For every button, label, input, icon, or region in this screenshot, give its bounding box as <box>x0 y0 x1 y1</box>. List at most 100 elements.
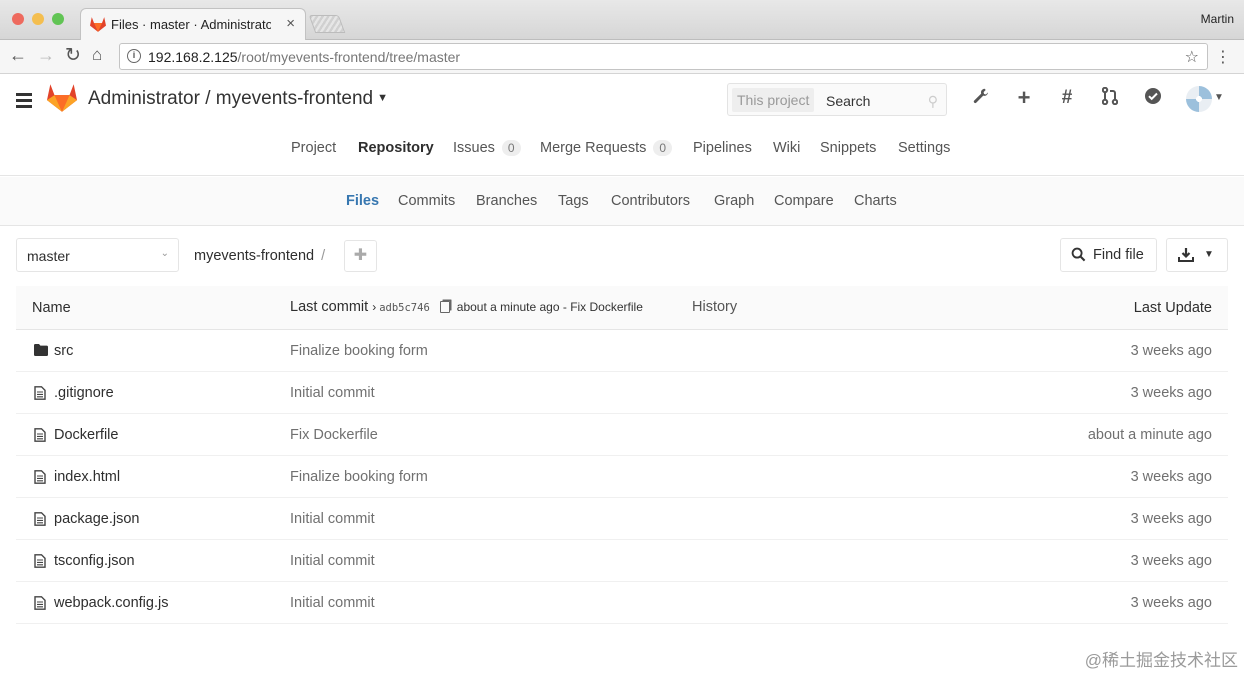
project-title-dropdown[interactable]: Administrator / myevents-frontend ▼ <box>88 88 388 110</box>
last-update-time: 3 weeks ago <box>1130 511 1212 527</box>
url-text: 192.168.2.125/root/myevents-frontend/tre… <box>148 49 461 65</box>
file-name-link[interactable]: webpack.config.js <box>54 595 168 611</box>
column-header-last-update: Last Update <box>1133 300 1212 316</box>
browser-profile-name[interactable]: Martin <box>1201 12 1234 26</box>
commit-message-link[interactable]: Finalize booking form <box>290 343 428 359</box>
file-name-link[interactable]: .gitignore <box>54 385 114 401</box>
tab-close-icon[interactable]: × <box>286 15 295 32</box>
table-row[interactable]: webpack.config.js Initial commit 3 weeks a… <box>16 582 1228 624</box>
last-update-time: about a minute ago <box>1087 427 1212 443</box>
commit-message-link[interactable]: Initial commit <box>290 595 375 611</box>
wrench-icon[interactable] <box>970 87 992 109</box>
chevron-down-icon: ▼ <box>1204 249 1214 260</box>
hash-icon[interactable]: # <box>1056 87 1078 109</box>
file-icon <box>34 428 46 446</box>
file-name-link[interactable]: index.html <box>54 469 120 485</box>
commit-message-link[interactable]: Fix Dockerfile <box>290 427 378 443</box>
watermark: @稀土掘金技术社区 <box>1084 651 1238 670</box>
tree-breadcrumb: myevents-frontend / <box>194 248 325 264</box>
site-info-icon[interactable]: i <box>127 49 141 63</box>
merge-request-icon[interactable] <box>1099 86 1121 109</box>
new-tab-button[interactable] <box>308 15 346 33</box>
tab-wiki[interactable]: Wiki <box>773 140 800 156</box>
find-file-button[interactable]: Find file <box>1060 238 1157 272</box>
column-header-last-commit: Last commit <box>290 299 369 315</box>
table-row[interactable]: Dockerfile Fix Dockerfile about a minute a… <box>16 414 1228 456</box>
search-icon <box>1071 247 1086 262</box>
search-icon: ⚲ <box>927 93 938 109</box>
copy-sha-icon[interactable] <box>439 301 450 313</box>
project-title: Administrator / myevents-frontend <box>88 88 374 109</box>
commit-message-link[interactable]: Initial commit <box>290 385 375 401</box>
commit-message-link[interactable]: Finalize booking form <box>290 469 428 485</box>
tab-repository[interactable]: Repository <box>358 140 434 156</box>
table-row[interactable]: package.json Initial commit 3 weeks ago <box>16 498 1228 540</box>
breadcrumb-project-link[interactable]: myevents-frontend <box>194 248 314 264</box>
commit-message-link[interactable]: Initial commit <box>290 553 375 569</box>
tab-settings[interactable]: Settings <box>898 140 950 156</box>
commit-message-link[interactable]: Initial commit <box>290 511 375 527</box>
subtab-tags[interactable]: Tags <box>558 193 589 209</box>
branch-select[interactable]: master ⌄ <box>16 238 179 272</box>
user-avatar[interactable] <box>1186 86 1212 112</box>
file-name-link[interactable]: package.json <box>54 511 139 527</box>
forward-icon[interactable]: → <box>37 45 55 66</box>
browser-tab[interactable]: Files · master · Administrator / × <box>80 8 306 40</box>
file-icon <box>34 596 46 614</box>
table-row[interactable]: tsconfig.json Initial commit 3 weeks ago <box>16 540 1228 582</box>
chevron-down-icon: ▼ <box>377 92 389 104</box>
tab-project[interactable]: Project <box>291 140 336 156</box>
file-tree-table: Name Last commit › adb5c746 about a minute… <box>16 286 1228 624</box>
subtab-contributors[interactable]: Contributors <box>611 193 690 209</box>
subtab-branches[interactable]: Branches <box>476 193 537 209</box>
file-icon <box>34 386 46 404</box>
home-icon[interactable]: ⌂ <box>92 45 102 65</box>
table-row[interactable]: index.html Finalize booking form 3 weeks a… <box>16 456 1228 498</box>
file-name-link[interactable]: Dockerfile <box>54 427 118 443</box>
last-commit-info: Last commit › adb5c746 about a minute ago … <box>290 299 643 315</box>
last-commit-message[interactable]: about a minute ago - Fix Dockerfile <box>457 300 643 314</box>
todo-check-icon[interactable] <box>1142 87 1164 109</box>
last-update-time: 3 weeks ago <box>1130 385 1212 401</box>
address-bar[interactable]: i 192.168.2.125/root/myevents-frontend/t… <box>119 43 1208 70</box>
tab-title: Files · master · Administrator / <box>111 17 271 32</box>
tab-snippets[interactable]: Snippets <box>820 140 876 156</box>
table-header: Name Last commit › adb5c746 about a minute… <box>16 286 1228 330</box>
browser-menu-icon[interactable]: ⋮ <box>1215 47 1231 67</box>
subtab-files[interactable]: Files <box>346 193 379 209</box>
plus-icon[interactable]: + <box>1013 87 1035 109</box>
subtab-graph[interactable]: Graph <box>714 193 754 209</box>
search-input[interactable]: This project Search ⚲ <box>727 83 947 116</box>
file-name-link[interactable]: tsconfig.json <box>54 553 135 569</box>
tab-issues[interactable]: Issues 0 <box>453 140 521 156</box>
bookmark-star-icon[interactable]: ☆ <box>1185 47 1199 67</box>
minimize-window-button[interactable] <box>32 13 44 25</box>
column-header-name: Name <box>32 300 71 316</box>
table-row[interactable]: .gitignore Initial commit 3 weeks ago <box>16 372 1228 414</box>
hamburger-menu-icon[interactable] <box>16 93 32 111</box>
chevron-down-icon: ⌄ <box>160 248 169 259</box>
maximize-window-button[interactable] <box>52 13 64 25</box>
add-to-tree-button[interactable]: ✚ <box>344 240 377 272</box>
subtab-compare[interactable]: Compare <box>774 193 834 209</box>
browser-titlebar: Files · master · Administrator / × Marti… <box>0 0 1244 40</box>
gitlab-logo-icon[interactable] <box>47 84 77 112</box>
tab-pipelines[interactable]: Pipelines <box>693 140 752 156</box>
back-icon[interactable]: ← <box>9 45 27 66</box>
subtab-charts[interactable]: Charts <box>854 193 897 209</box>
history-link[interactable]: History <box>692 299 737 315</box>
reload-icon[interactable]: ↻ <box>65 44 81 67</box>
table-row[interactable]: src Finalize booking form 3 weeks ago <box>16 330 1228 372</box>
breadcrumb-separator: / <box>321 248 326 264</box>
close-window-button[interactable] <box>12 13 24 25</box>
download-dropdown-button[interactable]: ▼ <box>1166 238 1228 272</box>
file-icon <box>34 512 46 530</box>
gitlab-favicon-icon <box>90 17 106 32</box>
repository-sub-nav: Files Commits Branches Tags Contributors… <box>0 177 1244 226</box>
file-name-link[interactable]: src <box>54 343 73 359</box>
tab-merge-requests[interactable]: Merge Requests 0 <box>540 140 673 156</box>
commit-sha-link[interactable]: adb5c746 <box>379 302 430 314</box>
browser-toolbar: ← → ↻ ⌂ i 192.168.2.125/root/myevents-fr… <box>0 40 1244 74</box>
subtab-commits[interactable]: Commits <box>398 193 455 209</box>
avatar-chevron-down-icon[interactable]: ▼ <box>1214 92 1224 103</box>
